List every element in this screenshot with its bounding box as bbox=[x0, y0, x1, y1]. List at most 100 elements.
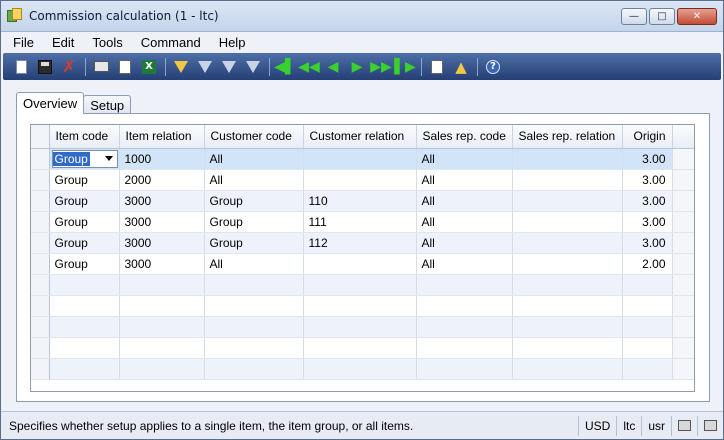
item-code-cell[interactable]: Group bbox=[49, 169, 120, 191]
customer-relation-cell[interactable]: 112 bbox=[303, 232, 417, 254]
row-selector[interactable] bbox=[31, 190, 50, 212]
title-bar[interactable]: Commission calculation (1 - ltc) — □ ✕ bbox=[1, 1, 723, 32]
tab-setup[interactable]: Setup bbox=[83, 95, 132, 114]
customer-code-cell[interactable]: All bbox=[204, 148, 304, 170]
document-handling-button[interactable] bbox=[427, 57, 447, 77]
table-row[interactable]: Group 3000 All All 2.00 bbox=[31, 253, 694, 275]
item-relation-cell[interactable]: 3000 bbox=[119, 190, 205, 212]
customer-relation-cell[interactable]: 111 bbox=[303, 211, 417, 233]
empty-row[interactable] bbox=[31, 358, 694, 380]
sales-rep-relation-cell[interactable] bbox=[512, 190, 623, 212]
next-record-button[interactable]: ▶ bbox=[347, 57, 367, 77]
row-selector[interactable] bbox=[31, 274, 50, 296]
customer-code-cell[interactable]: Group bbox=[204, 190, 304, 212]
empty-row[interactable] bbox=[31, 316, 694, 338]
sales-rep-code-cell[interactable]: All bbox=[416, 190, 513, 212]
row-selector[interactable] bbox=[31, 232, 50, 254]
sales-rep-code-cell[interactable]: All bbox=[416, 148, 513, 170]
sales-rep-relation-cell[interactable] bbox=[512, 253, 623, 275]
sales-rep-relation-cell[interactable] bbox=[512, 148, 623, 170]
customer-relation-cell[interactable] bbox=[303, 253, 417, 275]
item-code-cell[interactable]: Group bbox=[49, 148, 120, 170]
alert-button[interactable]: ▲ bbox=[451, 57, 471, 77]
chevron-down-icon[interactable] bbox=[102, 151, 117, 167]
table-row[interactable]: Group 2000 All All 3.00 bbox=[31, 169, 694, 191]
row-selector[interactable] bbox=[31, 211, 50, 233]
row-selector[interactable] bbox=[31, 358, 50, 380]
sales-rep-code-cell[interactable]: All bbox=[416, 169, 513, 191]
column-header-sales-rep-relation[interactable]: Sales rep. relation bbox=[512, 125, 623, 149]
close-button[interactable]: ✕ bbox=[677, 7, 717, 25]
item-code-cell[interactable]: Group bbox=[49, 211, 120, 233]
empty-row[interactable] bbox=[31, 295, 694, 317]
next-page-button[interactable]: ▶▶ bbox=[370, 57, 392, 77]
export-excel-button[interactable]: X bbox=[139, 57, 159, 77]
origin-cell[interactable]: 3.00 bbox=[622, 169, 673, 191]
item-relation-cell[interactable]: 3000 bbox=[119, 253, 205, 275]
menu-help[interactable]: Help bbox=[219, 35, 246, 50]
help-button[interactable]: ? bbox=[483, 57, 503, 77]
table-row[interactable]: Group 1000 All All 3.00 bbox=[31, 148, 694, 170]
item-relation-cell[interactable]: 2000 bbox=[119, 169, 205, 191]
customer-relation-cell[interactable] bbox=[303, 169, 417, 191]
row-selector[interactable] bbox=[31, 316, 50, 338]
sales-rep-code-cell[interactable]: All bbox=[416, 253, 513, 275]
sales-rep-code-cell[interactable]: All bbox=[416, 211, 513, 233]
origin-cell[interactable]: 2.00 bbox=[622, 253, 673, 275]
origin-cell[interactable]: 3.00 bbox=[622, 211, 673, 233]
empty-row[interactable] bbox=[31, 337, 694, 359]
item-code-cell[interactable]: Group bbox=[49, 253, 120, 275]
customer-relation-cell[interactable]: 110 bbox=[303, 190, 417, 212]
customer-code-cell[interactable]: Group bbox=[204, 211, 304, 233]
sales-rep-relation-cell[interactable] bbox=[512, 232, 623, 254]
table-row[interactable]: Group 3000 Group 110 All 3.00 bbox=[31, 190, 694, 212]
previous-page-button[interactable]: ◀◀ bbox=[298, 57, 320, 77]
status-company[interactable]: ltc bbox=[616, 415, 641, 436]
remove-filter-button[interactable] bbox=[243, 57, 263, 77]
row-selector[interactable] bbox=[31, 169, 50, 191]
column-header-sales-rep-code[interactable]: Sales rep. code bbox=[416, 125, 513, 149]
column-header-customer-code[interactable]: Customer code bbox=[204, 125, 304, 149]
customer-code-cell[interactable]: Group bbox=[204, 232, 304, 254]
origin-cell[interactable]: 3.00 bbox=[622, 190, 673, 212]
table-row[interactable]: Group 3000 Group 111 All 3.00 bbox=[31, 211, 694, 233]
row-selector[interactable] bbox=[31, 148, 50, 170]
save-button[interactable] bbox=[35, 57, 55, 77]
status-currency[interactable]: USD bbox=[577, 415, 616, 436]
sales-rep-code-cell[interactable]: All bbox=[416, 232, 513, 254]
item-code-cell[interactable]: Group bbox=[49, 232, 120, 254]
print-button[interactable] bbox=[91, 57, 111, 77]
minimize-button[interactable]: — bbox=[621, 7, 647, 25]
sales-rep-relation-cell[interactable] bbox=[512, 211, 623, 233]
status-database-button[interactable] bbox=[697, 415, 723, 436]
previous-record-button[interactable]: ◀ bbox=[323, 57, 343, 77]
row-selector[interactable] bbox=[31, 253, 50, 275]
menu-command[interactable]: Command bbox=[141, 35, 201, 50]
table-row[interactable]: Group 3000 Group 112 All 3.00 bbox=[31, 232, 694, 254]
print-preview-button[interactable] bbox=[115, 57, 135, 77]
menu-edit[interactable]: Edit bbox=[52, 35, 74, 50]
first-record-button[interactable]: ◀▌ bbox=[274, 57, 296, 77]
last-record-button[interactable]: ▌▶ bbox=[394, 57, 416, 77]
item-relation-cell[interactable]: 3000 bbox=[119, 232, 205, 254]
origin-cell[interactable]: 3.00 bbox=[622, 148, 673, 170]
column-header-customer-relation[interactable]: Customer relation bbox=[303, 125, 417, 149]
advanced-filter-button[interactable] bbox=[219, 57, 239, 77]
row-selector[interactable] bbox=[31, 337, 50, 359]
item-code-cell[interactable]: Group bbox=[49, 190, 120, 212]
filter-by-grid-button[interactable] bbox=[195, 57, 215, 77]
origin-cell[interactable]: 3.00 bbox=[622, 232, 673, 254]
delete-button[interactable]: ✗ bbox=[59, 57, 79, 77]
customer-code-cell[interactable]: All bbox=[204, 169, 304, 191]
commission-grid[interactable]: Item code Item relation Customer code Cu… bbox=[30, 124, 695, 392]
column-header-item-relation[interactable]: Item relation bbox=[119, 125, 205, 149]
status-layer[interactable]: usr bbox=[641, 415, 671, 436]
status-print-button[interactable] bbox=[671, 415, 697, 436]
column-header-item-code[interactable]: Item code bbox=[49, 125, 120, 149]
customer-code-cell[interactable]: All bbox=[204, 253, 304, 275]
row-selector[interactable] bbox=[31, 295, 50, 317]
column-header-origin[interactable]: Origin bbox=[622, 125, 673, 149]
new-button[interactable] bbox=[11, 57, 31, 77]
item-relation-cell[interactable]: 3000 bbox=[119, 211, 205, 233]
tab-overview[interactable]: Overview bbox=[16, 92, 85, 114]
